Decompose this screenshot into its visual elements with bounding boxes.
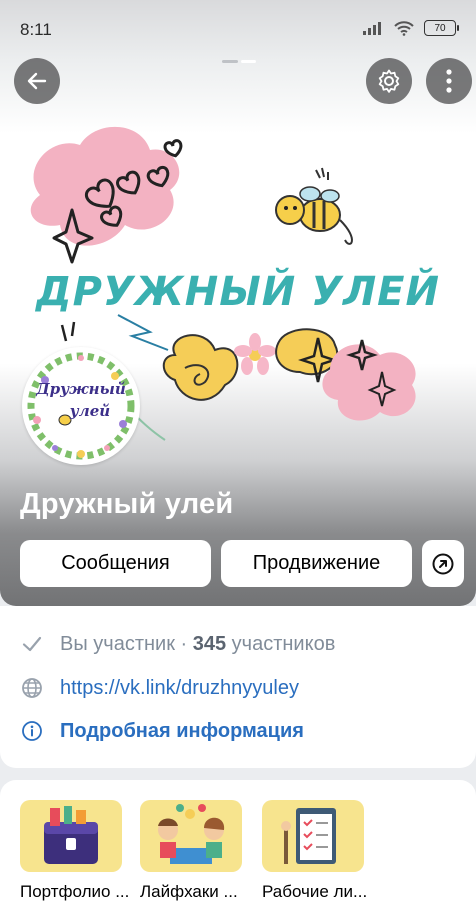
album-item[interactable]: Рабочие ли... [262,800,367,902]
album-thumbnail [140,800,242,872]
group-avatar[interactable]: Дружный улей [22,347,140,465]
album-item[interactable]: Портфолио ... [20,800,129,902]
share-button[interactable] [422,540,464,587]
member-status: Вы участник · [60,632,188,655]
settings-button[interactable] [366,58,412,104]
battery-indicator: 70 [424,20,459,36]
messages-button[interactable]: Сообщения [20,540,211,587]
group-name: Дружный улей [20,488,234,520]
checkmark-icon [20,632,44,656]
gear-icon [378,69,400,93]
link-row[interactable]: https://vk.link/druzhnyyuley [20,676,299,700]
back-button[interactable] [14,58,60,104]
wifi-icon [394,20,414,36]
promotion-button[interactable]: Продвижение [221,540,412,587]
info-icon [20,719,44,743]
group-page: ДРУЖНЫЙ УЛЕЙ Дружный улей Дружный улей С… [0,0,476,902]
album-thumbnail [262,800,364,872]
group-cover: ДРУЖНЫЙ УЛЕЙ Дружный улей Дружный улей С… [0,0,476,606]
membership-row[interactable]: Вы участник · 345 участников [20,632,335,656]
member-count: 345 [192,632,227,655]
more-button[interactable] [426,58,472,104]
avatar-text-line2: улей [69,402,111,420]
album-label: Рабочие ли... [262,882,368,901]
signal-icon [363,22,381,35]
album-label: Портфолио ... [20,882,130,901]
globe-icon [20,676,44,700]
status-time: 8:11 [20,20,52,39]
back-arrow-icon [27,72,47,90]
album-thumbnail [20,800,122,872]
group-info-card: Вы участник · 345 участников https://vk.… [0,606,476,768]
cover-page-indicator [222,60,256,64]
album-item[interactable]: Лайфхаки ... [140,800,242,902]
more-vertical-icon [446,69,452,93]
details-link[interactable]: Подробная информация [60,720,304,743]
cover-title-art: ДРУЖНЫЙ УЛЕЙ [34,267,440,315]
avatar-text-line1: Дружный [36,380,126,398]
group-link[interactable]: https://vk.link/druzhnyyuley [60,677,299,700]
details-row[interactable]: Подробная информация [20,719,304,743]
action-buttons: Сообщения Продвижение [20,540,464,587]
albums-section: Портфолио ... Лайфхаки ... Рабочие ли... [0,780,476,902]
album-label: Лайфхаки ... [140,882,238,901]
status-bar: 8:11 70 [0,0,476,60]
member-suffix: участников [231,632,336,655]
share-arrow-icon [432,553,454,574]
